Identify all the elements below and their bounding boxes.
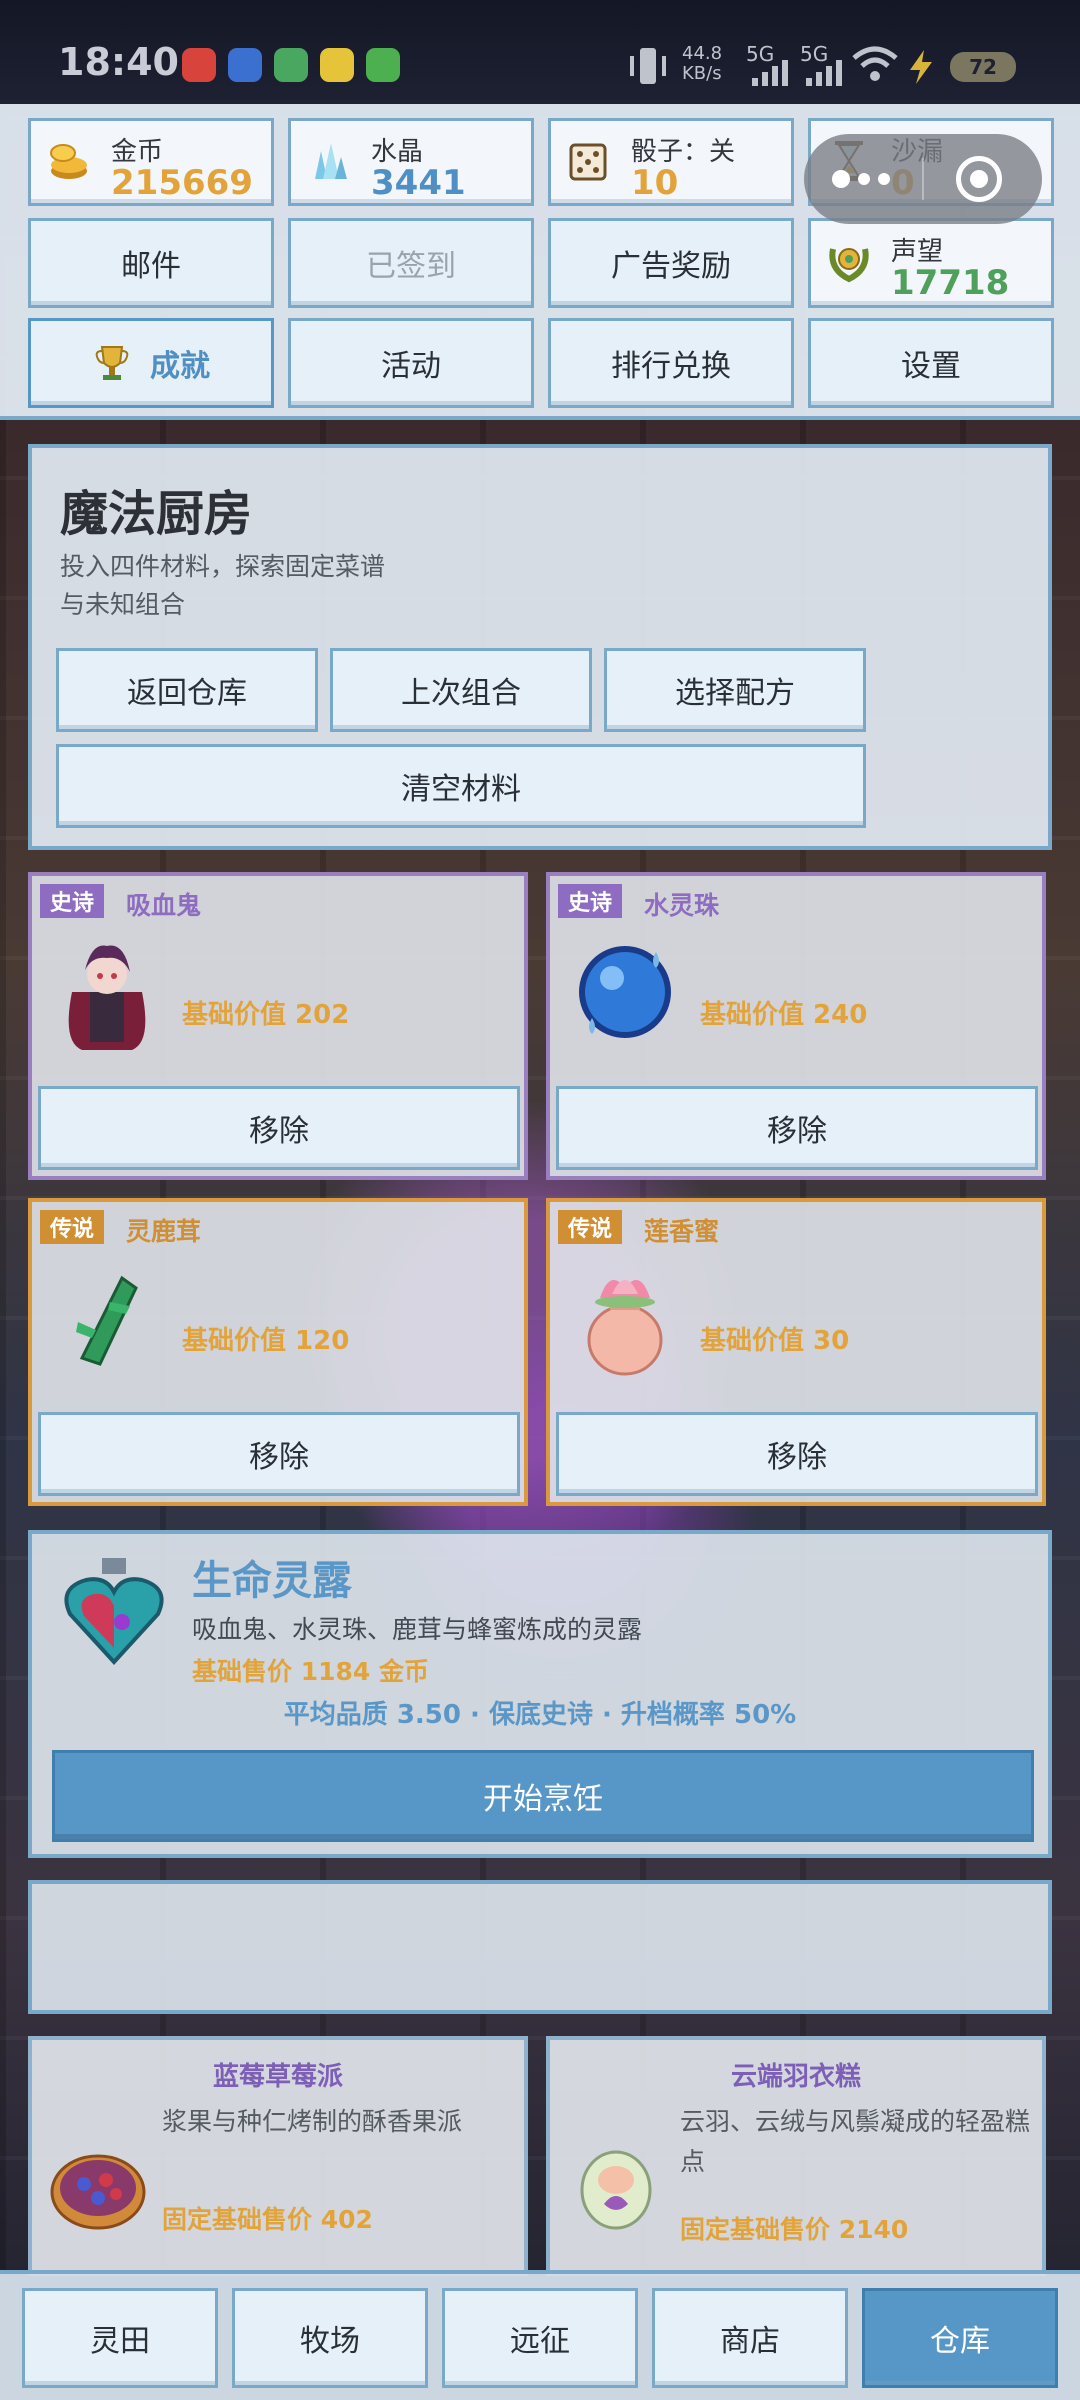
miniprogram-capsule: [804, 134, 1042, 224]
ingredient-name: 水灵珠: [644, 891, 720, 920]
trophy-icon: [95, 346, 129, 380]
ingredient-card: 史诗 水灵珠 基础价值 240 移除: [546, 872, 1046, 1180]
nav-expedition[interactable]: 远征: [442, 2288, 638, 2388]
nav-field[interactable]: 灵田: [22, 2288, 218, 2388]
achievement-button[interactable]: 成就: [28, 318, 274, 408]
close-circle-icon: [970, 170, 988, 188]
mail-button[interactable]: 邮件: [28, 218, 274, 308]
recipe-name: 云端羽衣糕: [730, 2062, 861, 2092]
app-notification-icon: [228, 48, 262, 82]
recipe-card[interactable]: 蓝莓草莓派 浆果与种仁烤制的酥香果派 固定基础售价 402: [28, 2036, 528, 2276]
ingredient-name: 莲香蜜: [644, 1217, 720, 1246]
rarity-tag: 传说: [558, 1210, 623, 1244]
nav-warehouse[interactable]: 仓库: [862, 2288, 1058, 2388]
nav-ranch[interactable]: 牧场: [232, 2288, 428, 2388]
remove-ingredient-button[interactable]: 移除: [38, 1086, 520, 1170]
ingredient-card: 传说 灵鹿茸 基础价值 120 移除: [28, 1198, 528, 1506]
reputation-card: 声望 17718: [808, 218, 1054, 308]
achievement-label: 成就: [150, 349, 210, 384]
dice-icon: [569, 143, 607, 181]
cloud-cake-icon: [580, 2150, 652, 2230]
start-cooking-button[interactable]: 开始烹饪: [52, 1750, 1034, 1842]
ingredient-base-value: 基础价值 120: [182, 1326, 350, 1356]
ad-reward-button[interactable]: 广告奖励: [548, 218, 794, 308]
nav-shop[interactable]: 商店: [652, 2288, 848, 2388]
result-base-price: 基础售价 1184 金币: [192, 1657, 429, 1686]
berry-pie-icon: [50, 2154, 146, 2230]
crystal-card: 水晶 3441: [288, 118, 534, 206]
result-dish-name: 生命灵露: [192, 1558, 352, 1604]
signed-in-button[interactable]: 已签到: [288, 218, 534, 308]
vampire-icon: [68, 945, 146, 1050]
back-to-warehouse-button[interactable]: 返回仓库: [56, 648, 318, 732]
magic-kitchen-panel: 魔法厨房 投入四件材料，探索固定菜谱与未知组合 返回仓库 上次组合 选择配方 清…: [28, 444, 1052, 850]
wechat-app-icon: [366, 48, 400, 82]
rarity-tag: 史诗: [40, 884, 105, 918]
result-description: 吸血鬼、水灵珠、鹿茸与蜂蜜炼成的灵露: [192, 1615, 643, 1644]
recipe-fixed-price: 固定基础售价 402: [162, 2205, 373, 2234]
signal-icon: [752, 60, 788, 86]
water-orb-icon: [579, 946, 671, 1038]
activity-button[interactable]: 活动: [288, 318, 534, 408]
ingredient-card: 史诗 吸血鬼 基础价值 202 移除: [28, 872, 528, 1180]
ingredient-base-value: 基础价值 202: [182, 1000, 350, 1030]
ingredient-name: 灵鹿茸: [126, 1217, 202, 1246]
crystal-icon: [315, 143, 347, 179]
battery-indicator: 72: [950, 52, 1016, 82]
empty-info-panel: [28, 1880, 1052, 2014]
remove-ingredient-button[interactable]: 移除: [556, 1086, 1038, 1170]
lotus-honey-icon: [587, 1280, 663, 1376]
status-time: 18:40: [58, 40, 179, 84]
kitchen-title: 魔法厨房: [60, 486, 253, 542]
ingredient-card: 传说 莲香蜜 基础价值 30 移除: [546, 1198, 1046, 1506]
reputation-value: 17718: [891, 263, 1010, 303]
dice-value: 10: [631, 163, 679, 203]
bottom-navigation: 灵田 牧场 远征 商店 仓库: [0, 2270, 1080, 2400]
ingredient-name: 吸血鬼: [126, 891, 202, 920]
kitchen-description: 投入四件材料，探索固定菜谱与未知组合: [60, 552, 386, 619]
ingredient-base-value: 基础价值 30: [700, 1326, 850, 1356]
gold-coin-icon: [50, 144, 87, 179]
recipe-card[interactable]: 云端羽衣糕 云羽、云绒与风鬃凝成的轻盈糕点 固定基础售价 2140: [546, 2036, 1046, 2276]
app-notification-icon: [182, 48, 216, 82]
status-bar: 18:40 44.8 KB/s 5G 5G 72: [0, 0, 1080, 104]
recipe-name: 蓝莓草莓派: [212, 2062, 343, 2092]
laurel-badge-icon: [829, 248, 869, 283]
result-stats: 平均品质 3.50 · 保底史诗 · 升档概率 50%: [283, 1700, 797, 1730]
ingredient-base-value: 基础价值 240: [700, 1000, 868, 1030]
rank-exchange-button[interactable]: 排行兑换: [548, 318, 794, 408]
close-miniprogram-button[interactable]: [956, 156, 1002, 202]
last-combo-button[interactable]: 上次组合: [330, 648, 592, 732]
heart-potion-icon: [64, 1558, 164, 1665]
meituan-app-icon: [320, 48, 354, 82]
net-speed: 44.8 KB/s: [682, 43, 723, 84]
recipe-fixed-price: 固定基础售价 2140: [680, 2215, 909, 2244]
rarity-tag: 史诗: [558, 884, 623, 918]
play-app-icon: [274, 48, 308, 82]
gold-value: 215669: [111, 163, 253, 203]
dice-card[interactable]: 骰子：关 10: [548, 118, 794, 206]
recipe-description: 浆果与种仁烤制的酥香果派: [162, 2107, 463, 2136]
vibrate-icon: [630, 48, 666, 84]
rarity-tag: 传说: [40, 1210, 105, 1244]
charging-icon: [910, 50, 932, 84]
deer-antler-icon: [76, 1275, 138, 1366]
cooking-result-panel: 生命灵露 吸血鬼、水灵珠、鹿茸与蜂蜜炼成的灵露 基础售价 1184 金币 平均品…: [28, 1530, 1052, 1858]
remove-ingredient-button[interactable]: 移除: [556, 1412, 1038, 1496]
settings-button[interactable]: 设置: [808, 318, 1054, 408]
choose-recipe-button[interactable]: 选择配方: [604, 648, 866, 732]
clear-materials-button[interactable]: 清空材料: [56, 744, 866, 828]
remove-ingredient-button[interactable]: 移除: [38, 1412, 520, 1496]
crystal-value: 3441: [371, 163, 466, 203]
signal-icon: [806, 60, 842, 86]
wifi-icon: [852, 46, 898, 81]
more-dots-icon: [832, 170, 850, 188]
gold-card: 金币 215669: [28, 118, 274, 206]
recipe-description: 云羽、云绒与风鬃凝成的轻盈糕点: [680, 2107, 1031, 2176]
more-menu-button[interactable]: [832, 170, 890, 188]
